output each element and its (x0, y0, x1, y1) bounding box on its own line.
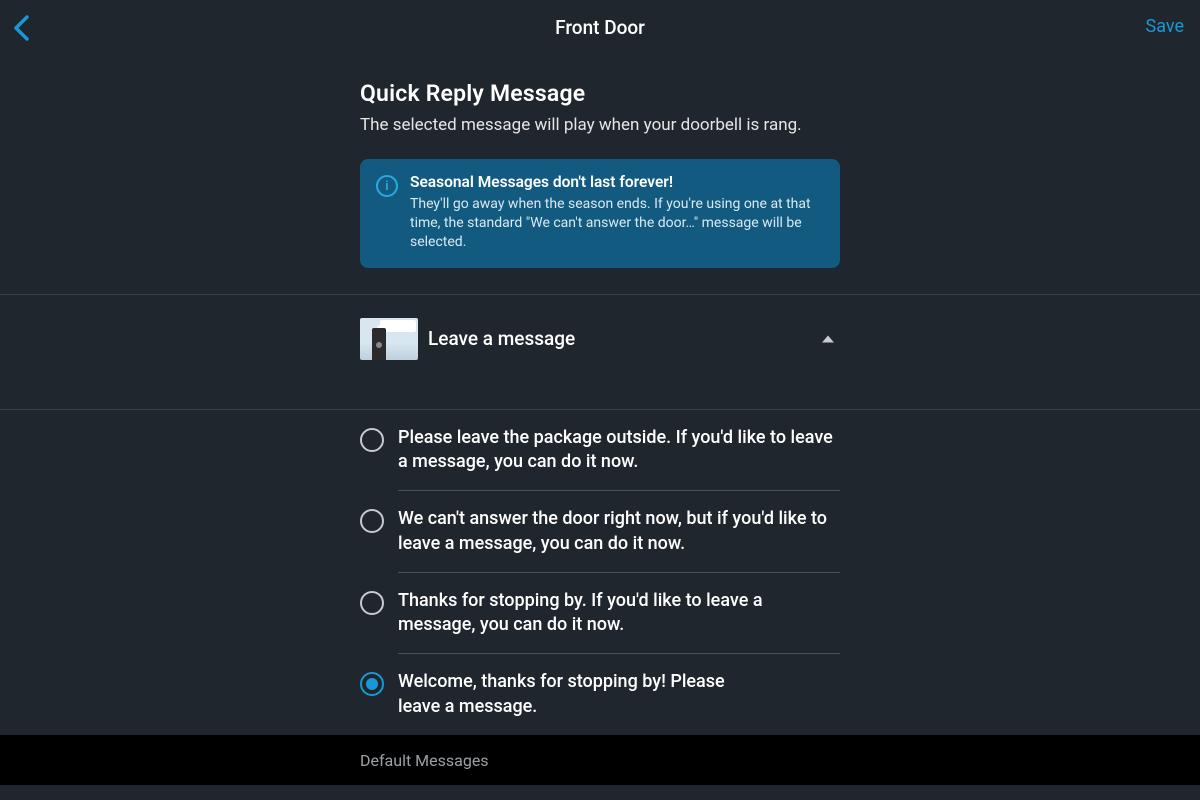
page-title: Front Door (555, 16, 645, 39)
option-label: Welcome, thanks for stopping by! Please … (398, 670, 758, 719)
save-button[interactable]: Save (1146, 16, 1185, 37)
back-button[interactable] (8, 14, 36, 42)
chevron-up-icon (822, 335, 834, 342)
category-label: Leave a message (428, 327, 575, 350)
category-row[interactable]: Leave a message (360, 295, 840, 383)
chevron-left-icon (13, 15, 31, 41)
doorbell-thumbnail-icon (360, 318, 418, 360)
option-label: We can't answer the door right now, but … (398, 507, 840, 556)
info-banner-body: They'll go away when the season ends. If… (410, 195, 824, 252)
option-label: Thanks for stopping by. If you'd like to… (398, 589, 840, 638)
section-title: Quick Reply Message (360, 80, 840, 107)
radio-icon[interactable] (360, 509, 384, 533)
radio-selected-icon[interactable] (360, 672, 384, 696)
options-list: Please leave the package outside. If you… (360, 410, 840, 735)
section-header-label: Default Messages (360, 751, 840, 770)
radio-icon[interactable] (360, 428, 384, 452)
default-options-list: Hi! We'll be right there. Sorry, we're n… (360, 785, 840, 800)
section-header: Default Messages (0, 735, 1200, 785)
info-icon: i (376, 175, 398, 197)
radio-icon[interactable] (360, 591, 384, 615)
info-banner: i Seasonal Messages don't last forever! … (360, 159, 840, 268)
option-row[interactable]: We can't answer the door right now, but … (360, 491, 840, 572)
option-row[interactable]: Welcome, thanks for stopping by! Please … (360, 654, 840, 735)
header: Front Door Save (0, 0, 1200, 54)
option-row[interactable]: Please leave the package outside. If you… (360, 410, 840, 491)
option-label: Please leave the package outside. If you… (398, 426, 840, 475)
option-row[interactable]: Hi! We'll be right there. (360, 785, 840, 800)
section-subtitle: The selected message will play when your… (360, 115, 840, 135)
content: Quick Reply Message The selected message… (360, 54, 840, 268)
option-row[interactable]: Thanks for stopping by. If you'd like to… (360, 573, 840, 654)
info-text: Seasonal Messages don't last forever! Th… (410, 173, 824, 252)
info-banner-title: Seasonal Messages don't last forever! (410, 173, 824, 191)
